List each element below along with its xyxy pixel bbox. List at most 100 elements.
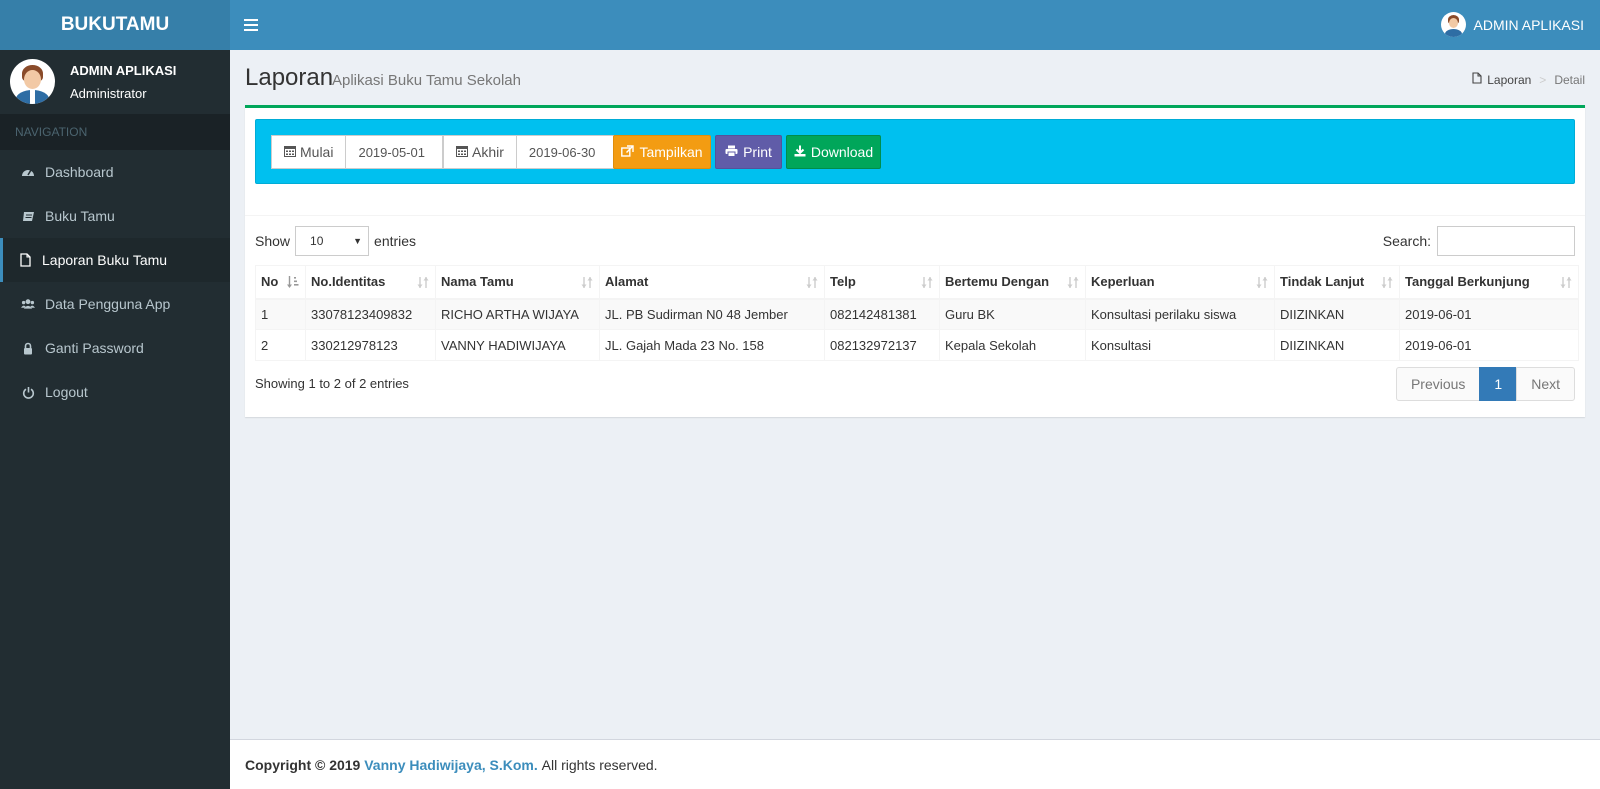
- column-header[interactable]: No: [255, 265, 306, 300]
- power-icon: [21, 385, 35, 399]
- pagination: Previous 1 Next: [1395, 367, 1575, 401]
- sort-icon: [806, 276, 818, 289]
- download-button[interactable]: Download: [786, 135, 881, 169]
- column-header[interactable]: Telp: [824, 265, 940, 300]
- avatar-icon: [1440, 12, 1466, 37]
- entries-select-value: 10: [310, 234, 324, 248]
- sidebar-item-dashboard[interactable]: Dashboard: [0, 150, 230, 194]
- table-cell: 2019-06-01: [1399, 329, 1579, 361]
- sidebar-item-label: Laporan Buku Tamu: [42, 252, 168, 268]
- column-header[interactable]: No.Identitas: [305, 265, 436, 300]
- lock-icon: [21, 341, 35, 355]
- table-row: 1 33078123409832 RICHO ARTHA WIJAYA JL. …: [255, 298, 1579, 330]
- entries-length-control: Show 10 ▼ entries: [255, 226, 416, 256]
- content-area: Laporan Aplikasi Buku Tamu Sekolah Lapor…: [230, 50, 1600, 739]
- table-cell: Kepala Sekolah: [939, 329, 1086, 361]
- footer: Copyright © 2019 Vanny Hadiwijaya, S.Kom…: [230, 739, 1600, 789]
- sidebar-toggle-icon[interactable]: [244, 15, 258, 35]
- sidebar-item-label: Logout: [45, 384, 88, 400]
- sidebar-user-role: Administrator: [70, 86, 147, 101]
- sort-icon: [1381, 276, 1393, 289]
- top-navbar: ADMIN APLIKASI: [230, 0, 1600, 50]
- print-icon: [725, 144, 738, 160]
- page-button-1[interactable]: 1: [1479, 367, 1518, 401]
- entries-label: entries: [374, 233, 417, 249]
- sort-icon: [417, 276, 429, 289]
- sidebar-item-data-pengguna-app[interactable]: Data Pengguna App: [0, 282, 230, 326]
- sidebar-item-label: Data Pengguna App: [45, 296, 171, 312]
- start-date-group: Mulai 2019-05-01: [271, 135, 444, 169]
- table-cell: RICHO ARTHA WIJAYA: [435, 298, 600, 330]
- table-cell: VANNY HADIWIJAYA: [435, 329, 600, 361]
- next-page-button[interactable]: Next: [1516, 367, 1575, 401]
- table-cell: Konsultasi: [1085, 329, 1275, 361]
- breadcrumb-current: Detail: [1554, 72, 1585, 87]
- sidebar-user-name: ADMIN APLIKASI: [70, 63, 177, 78]
- end-date-addon: Akhir: [443, 135, 516, 169]
- sidebar: ADMIN APLIKASI Administrator NAVIGATION …: [0, 50, 230, 789]
- end-date-label: Akhir: [472, 144, 504, 160]
- file-icon: [1472, 72, 1482, 87]
- users-icon: [21, 297, 35, 311]
- caret-down-icon: ▼: [353, 236, 363, 246]
- table-cell: Guru BK: [939, 298, 1086, 330]
- sidebar-item-buku-tamu[interactable]: Buku Tamu: [0, 194, 230, 238]
- sidebar-item-logout[interactable]: Logout: [0, 370, 230, 414]
- start-date-label: Mulai: [300, 144, 334, 160]
- previous-page-button[interactable]: Previous: [1395, 367, 1481, 401]
- search-input[interactable]: [1437, 226, 1575, 256]
- breadcrumb-link-laporan[interactable]: Laporan: [1487, 73, 1531, 87]
- guest-report-table: No No.Identitas Nama Tamu Alamat Telp Be…: [255, 265, 1579, 361]
- footer-copyright: Copyright © 2019: [245, 756, 361, 773]
- print-button-label: Print: [743, 144, 772, 160]
- sort-icon: [581, 276, 593, 289]
- search-label: Search:: [1382, 233, 1431, 249]
- table-cell: 2: [255, 329, 306, 361]
- download-button-label: Download: [810, 144, 874, 160]
- sidebar-item-label: Dashboard: [45, 164, 114, 180]
- sidebar-item-label: Buku Tamu: [45, 208, 115, 224]
- entries-select[interactable]: 10 ▼: [295, 226, 370, 256]
- table-row: 2 330212978123 VANNY HADIWIJAYA JL. Gaja…: [255, 329, 1579, 361]
- start-date-input[interactable]: 2019-05-01: [345, 135, 444, 169]
- column-header[interactable]: Alamat: [599, 265, 825, 300]
- table-cell: JL. Gajah Mada 23 No. 158: [599, 329, 825, 361]
- end-date-group: Akhir 2019-06-30: [443, 135, 614, 169]
- dashboard-icon: [21, 165, 35, 179]
- brand-logo[interactable]: BUKUTAMU: [0, 0, 230, 50]
- breadcrumb: Laporan > Detail: [1472, 72, 1585, 87]
- calendar-icon: [284, 144, 296, 160]
- table-search: Search:: [1383, 226, 1575, 256]
- table-cell: JL. PB Sudirman N0 48 Jember: [599, 298, 825, 330]
- column-header[interactable]: Tanggal Berkunjung: [1399, 265, 1579, 300]
- footer-author-link[interactable]: Vanny Hadiwijaya, S.Kom.: [364, 757, 538, 773]
- user-menu[interactable]: ADMIN APLIKASI: [1440, 12, 1584, 37]
- show-button[interactable]: Tampilkan: [613, 135, 711, 169]
- print-button[interactable]: Print: [715, 135, 782, 169]
- sidebar-item-ganti-password[interactable]: Ganti Password: [0, 326, 230, 370]
- topbar-user-name: ADMIN APLIKASI: [1473, 16, 1584, 33]
- column-header[interactable]: Keperluan: [1085, 265, 1275, 300]
- sidebar-item-label: Ganti Password: [45, 340, 144, 356]
- sidebar-item-laporan-buku-tamu[interactable]: Laporan Buku Tamu: [0, 238, 230, 282]
- column-header[interactable]: Nama Tamu: [435, 265, 600, 300]
- column-header[interactable]: Bertemu Dengan: [939, 265, 1086, 300]
- show-label: Show: [255, 233, 291, 249]
- download-icon: [794, 144, 806, 160]
- nav-header: NAVIGATION: [0, 114, 230, 150]
- user-panel: ADMIN APLIKASI Administrator: [0, 50, 230, 114]
- column-header[interactable]: Tindak Lanjut: [1274, 265, 1400, 300]
- book-icon: [21, 209, 35, 223]
- table-cell: Konsultasi perilaku siswa: [1085, 298, 1275, 330]
- table-cell: DIIZINKAN: [1274, 329, 1400, 361]
- file-icon: [18, 253, 32, 267]
- show-button-label: Tampilkan: [639, 144, 703, 160]
- external-link-icon: [621, 144, 635, 160]
- avatar-icon: [10, 59, 55, 104]
- table-cell: 33078123409832: [305, 298, 436, 330]
- sort-icon: [1256, 276, 1268, 289]
- date-filter-bar: Mulai 2019-05-01 Akhir 2019-06-30 Tampil…: [255, 119, 1575, 184]
- end-date-input[interactable]: 2019-06-30: [515, 135, 614, 169]
- page-subtitle: Aplikasi Buku Tamu Sekolah: [332, 72, 521, 89]
- table-cell: 2019-06-01: [1399, 298, 1579, 330]
